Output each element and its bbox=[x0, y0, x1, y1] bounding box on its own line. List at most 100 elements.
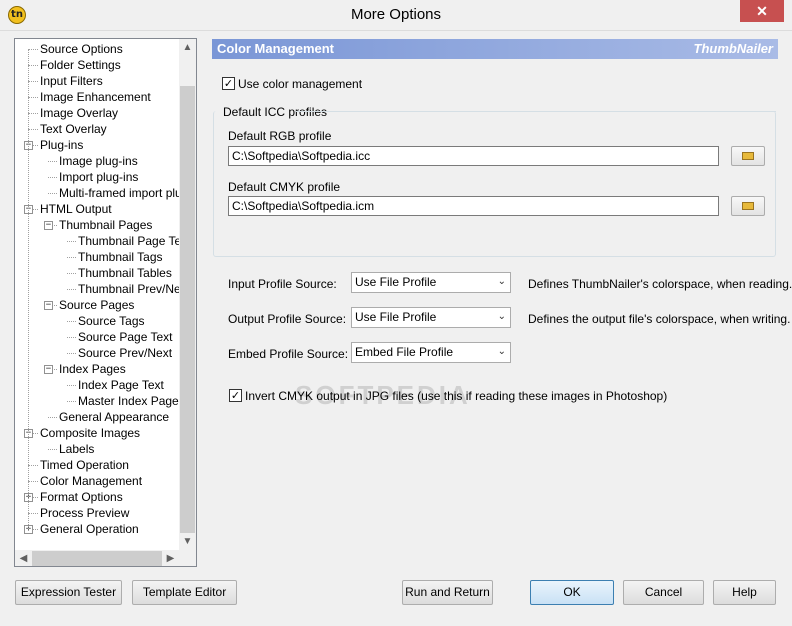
tree-item[interactable]: Import plug-ins bbox=[15, 169, 179, 185]
tree-item-label[interactable]: Thumbnail Page Text bbox=[78, 233, 179, 249]
tree-item[interactable]: Labels bbox=[15, 441, 179, 457]
tree-item-label[interactable]: Folder Settings bbox=[40, 57, 121, 73]
tree-item[interactable]: Source Page Text bbox=[15, 329, 179, 345]
expression-tester-button[interactable]: Expression Tester bbox=[15, 580, 122, 605]
input-profile-source-description: Defines ThumbNailer's colorspace, when r… bbox=[528, 277, 792, 291]
close-button[interactable]: ✕ bbox=[740, 0, 784, 22]
rgb-browse-button[interactable] bbox=[731, 146, 765, 166]
cancel-button[interactable]: Cancel bbox=[623, 580, 704, 605]
tree-item-label[interactable]: Master Index Page bbox=[78, 393, 179, 409]
tree-item[interactable]: Folder Settings bbox=[15, 57, 179, 73]
tree-item[interactable]: Image plug-ins bbox=[15, 153, 179, 169]
close-icon: ✕ bbox=[756, 3, 768, 19]
cmyk-profile-field[interactable] bbox=[228, 196, 719, 216]
tree-item-label[interactable]: Image Overlay bbox=[40, 105, 118, 121]
tree-item[interactable]: − HTML Output bbox=[15, 201, 179, 217]
tree-item-label[interactable]: Thumbnail Tags bbox=[78, 249, 163, 265]
tree-item[interactable]: − Composite Images bbox=[15, 425, 179, 441]
tree-item-label[interactable]: Text Overlay bbox=[40, 121, 107, 137]
tree-connector bbox=[48, 161, 57, 162]
tree-item-label[interactable]: Thumbnail Prev/Next bbox=[78, 281, 179, 297]
tree-item[interactable]: Multi-framed import plug-ins bbox=[15, 185, 179, 201]
rgb-profile-field[interactable] bbox=[228, 146, 719, 166]
tree-item[interactable]: Thumbnail Tables bbox=[15, 265, 179, 281]
input-profile-source-select[interactable]: Use File Profile ⌄ bbox=[351, 272, 511, 293]
tree-item-label[interactable]: Source Prev/Next bbox=[78, 345, 172, 361]
tree-item[interactable]: − Thumbnail Pages bbox=[15, 217, 179, 233]
collapse-icon[interactable]: − bbox=[44, 301, 53, 310]
tree-item-label[interactable]: Index Page Text bbox=[78, 377, 164, 393]
tree-item-label[interactable]: Import plug-ins bbox=[59, 169, 138, 185]
tree-item-label[interactable]: Image Enhancement bbox=[40, 89, 151, 105]
tree-item[interactable]: Index Page Text bbox=[15, 377, 179, 393]
tree-item[interactable]: Timed Operation bbox=[15, 457, 179, 473]
tree-item[interactable]: Source Options bbox=[15, 41, 179, 57]
tree-item[interactable]: Input Filters bbox=[15, 73, 179, 89]
collapse-icon[interactable]: − bbox=[44, 221, 53, 230]
window-title: More Options bbox=[350, 6, 442, 23]
tree-item[interactable]: Thumbnail Page Text bbox=[15, 233, 179, 249]
tree-item-label[interactable]: Format Options bbox=[40, 489, 123, 505]
tree-item-label[interactable]: Thumbnail Pages bbox=[59, 217, 152, 233]
tree-item[interactable]: Image Enhancement bbox=[15, 89, 179, 105]
tree-item-label[interactable]: Multi-framed import plug-ins bbox=[59, 185, 179, 201]
help-button[interactable]: Help bbox=[713, 580, 776, 605]
tree-item-label[interactable]: Thumbnail Tables bbox=[78, 265, 172, 281]
tree-item-label[interactable]: Composite Images bbox=[40, 425, 140, 441]
scroll-right-icon[interactable]: ▶ bbox=[162, 550, 179, 566]
tree-item-label[interactable]: Source Options bbox=[40, 41, 123, 57]
use-color-management-checkbox[interactable]: ✓ bbox=[222, 77, 235, 90]
tree-item[interactable]: + General Operation bbox=[15, 521, 179, 537]
run-and-return-button[interactable]: Run and Return bbox=[402, 580, 493, 605]
tree-item[interactable]: Image Overlay bbox=[15, 105, 179, 121]
tree-connector bbox=[28, 113, 38, 114]
tree-item-label[interactable]: Source Page Text bbox=[78, 329, 173, 345]
tree-item-label[interactable]: Index Pages bbox=[59, 361, 126, 377]
tree-item[interactable]: Thumbnail Tags bbox=[15, 249, 179, 265]
tree-item-label[interactable]: Plug-ins bbox=[40, 137, 83, 153]
section-header: Color Management ThumbNailer bbox=[212, 39, 778, 59]
invert-cmyk-checkbox[interactable]: ✓ bbox=[229, 389, 242, 402]
tree-item-label[interactable]: General Appearance bbox=[59, 409, 169, 425]
tree-item-label[interactable]: Source Pages bbox=[59, 297, 134, 313]
scroll-thumb[interactable] bbox=[180, 86, 195, 533]
template-editor-button[interactable]: Template Editor bbox=[132, 580, 237, 605]
tree-horizontal-scrollbar[interactable]: ◀ ▶ bbox=[15, 550, 179, 566]
tree-item[interactable]: Color Management bbox=[15, 473, 179, 489]
tree-item[interactable]: Source Prev/Next bbox=[15, 345, 179, 361]
tree-item-label[interactable]: HTML Output bbox=[40, 201, 112, 217]
scroll-down-icon[interactable]: ▼ bbox=[179, 533, 196, 550]
tree-item[interactable]: − Plug-ins bbox=[15, 137, 179, 153]
invert-cmyk-label[interactable]: Invert CMYK output in JPG files (use thi… bbox=[245, 389, 667, 403]
embed-profile-source-select[interactable]: Embed File Profile ⌄ bbox=[351, 342, 511, 363]
tree-vertical-scrollbar[interactable]: ▲ ▼ bbox=[179, 39, 196, 550]
tree-item[interactable]: + Format Options bbox=[15, 489, 179, 505]
scroll-left-icon[interactable]: ◀ bbox=[15, 550, 32, 566]
tree-item-label[interactable]: Timed Operation bbox=[40, 457, 129, 473]
options-tree[interactable]: Source Options Folder Settings Input Filte… bbox=[14, 38, 197, 567]
tree-item[interactable]: Text Overlay bbox=[15, 121, 179, 137]
tree-connector bbox=[28, 129, 38, 130]
tree-item[interactable]: Source Tags bbox=[15, 313, 179, 329]
tree-item[interactable]: Thumbnail Prev/Next bbox=[15, 281, 179, 297]
tree-item-label[interactable]: Color Management bbox=[40, 473, 142, 489]
scroll-up-icon[interactable]: ▲ bbox=[179, 39, 196, 56]
tree-item-label[interactable]: Image plug-ins bbox=[59, 153, 138, 169]
tree-item[interactable]: − Index Pages bbox=[15, 361, 179, 377]
tree-item[interactable]: Master Index Page bbox=[15, 393, 179, 409]
tree-item-label[interactable]: Process Preview bbox=[40, 505, 129, 521]
tree-item[interactable]: General Appearance bbox=[15, 409, 179, 425]
tree-item-label[interactable]: General Operation bbox=[40, 521, 139, 537]
output-profile-source-select[interactable]: Use File Profile ⌄ bbox=[351, 307, 511, 328]
use-color-management-label[interactable]: Use color management bbox=[238, 77, 362, 91]
tree-item[interactable]: Process Preview bbox=[15, 505, 179, 521]
tree-item-label[interactable]: Source Tags bbox=[78, 313, 145, 329]
tree-item-label[interactable]: Input Filters bbox=[40, 73, 103, 89]
collapse-icon[interactable]: − bbox=[44, 365, 53, 374]
tree-connector bbox=[67, 273, 76, 274]
cmyk-browse-button[interactable] bbox=[731, 196, 765, 216]
horizontal-scroll-thumb[interactable] bbox=[32, 551, 162, 566]
tree-item[interactable]: − Source Pages bbox=[15, 297, 179, 313]
ok-button[interactable]: OK bbox=[530, 580, 614, 605]
tree-item-label[interactable]: Labels bbox=[59, 441, 94, 457]
